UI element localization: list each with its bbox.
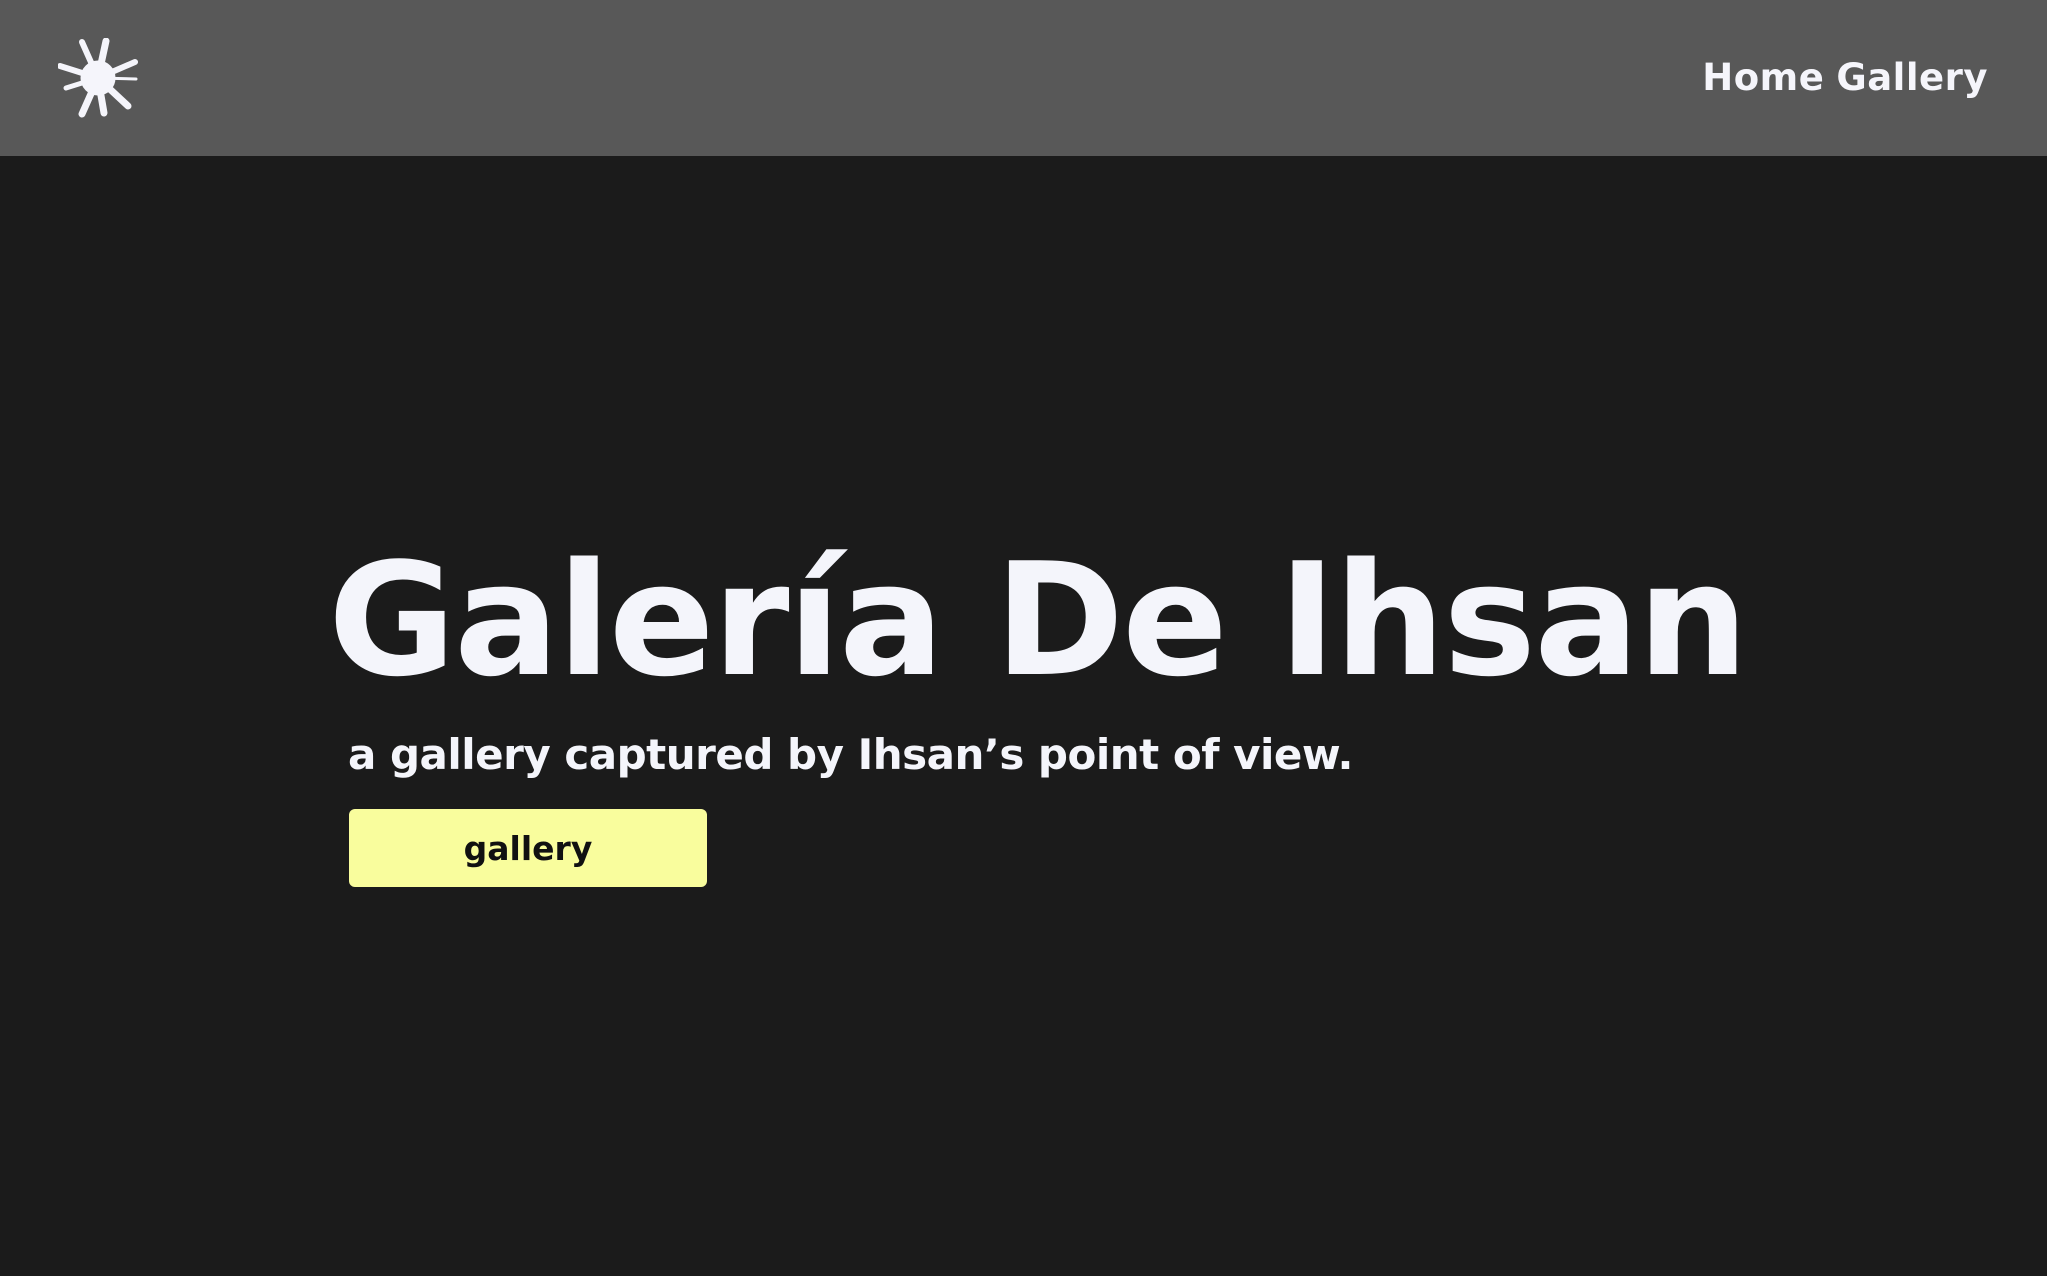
starburst-logo-graphic	[57, 37, 138, 118]
nav-link-home[interactable]: Home	[1702, 56, 1824, 99]
nav-link-gallery[interactable]: Gallery	[1836, 56, 1988, 99]
main-nav: Home Gallery	[1702, 56, 1988, 99]
gallery-button[interactable]: gallery	[349, 809, 707, 887]
starburst-icon[interactable]	[57, 37, 138, 118]
top-navbar: Home Gallery	[0, 0, 2047, 156]
hero-title: Galería De Ihsan	[328, 529, 1748, 711]
hero-section: Galería De Ihsan a gallery captured by I…	[0, 156, 2047, 1276]
hero-subtitle: a gallery captured by Ihsan’s point of v…	[348, 730, 1353, 779]
